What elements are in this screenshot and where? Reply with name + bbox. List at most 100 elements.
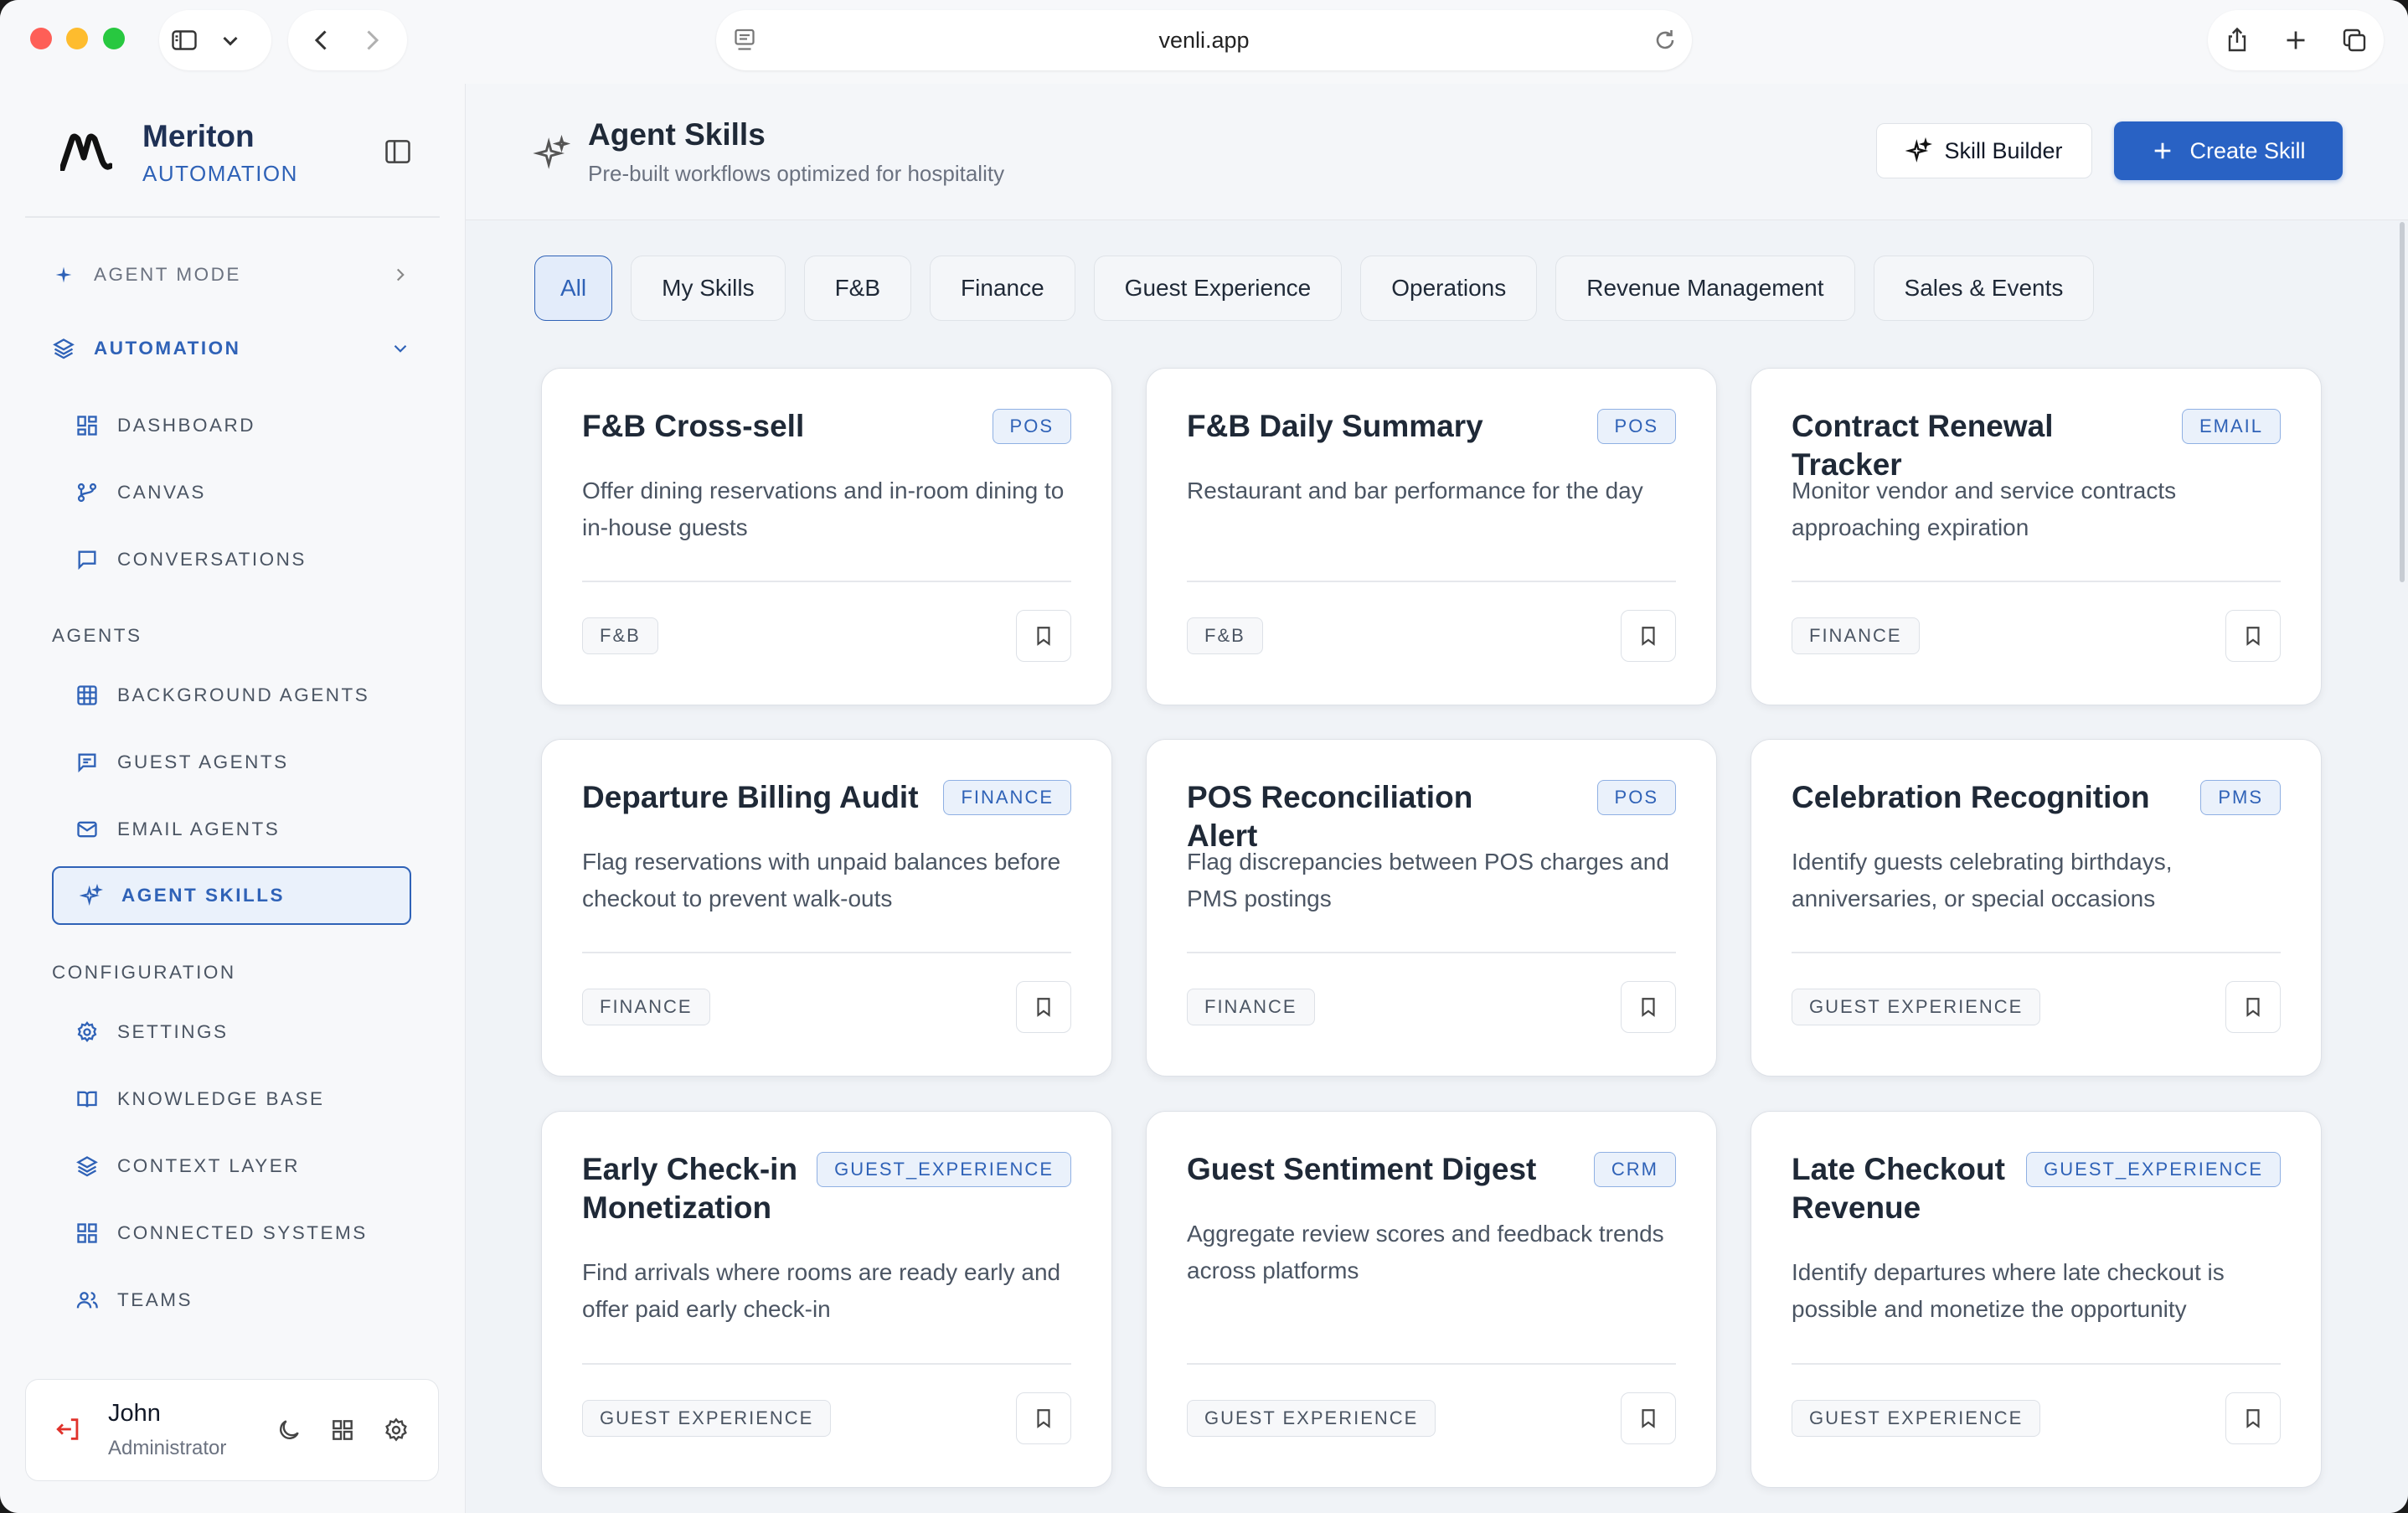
scroll-thumb[interactable] — [2400, 222, 2405, 582]
guest-agents-icon — [78, 753, 96, 773]
users-icon — [76, 1292, 98, 1309]
page-header: Agent Skills Pre-built workflows optimiz… — [466, 84, 2408, 220]
forward-arrow-icon[interactable] — [347, 15, 397, 65]
bookmark-button[interactable] — [1621, 1392, 1676, 1444]
book-icon — [77, 1091, 97, 1108]
browser-sidebar-icon[interactable] — [159, 15, 209, 65]
skill-card[interactable]: Contract Renewal Tracker EMAIL Monitor v… — [1751, 368, 2322, 705]
nav-knowledge-base-label: KNOWLEDGE BASE — [117, 1088, 325, 1109]
filter-chip-finance[interactable]: Finance — [930, 256, 1075, 321]
card-description: Flag reservations with unpaid balances b… — [582, 849, 1061, 911]
integration-badge: POS — [1596, 409, 1676, 444]
zoom-window-button[interactable] — [103, 28, 125, 49]
card-divider — [1792, 1363, 2281, 1365]
nav-canvas[interactable]: CANVAS — [75, 463, 206, 522]
browser-toolbar: venli.app — [0, 0, 2408, 84]
card-divider — [1187, 581, 1676, 582]
card-divider — [582, 1363, 1071, 1365]
card-description: Monitor vendor and service contracts app… — [1792, 478, 2177, 540]
apps-grid-icon[interactable] — [329, 1417, 356, 1443]
card-divider — [582, 952, 1071, 953]
chevron-down-icon[interactable] — [389, 338, 411, 359]
sidebar: Meriton AUTOMATION AGENT MODE AUTOMATION… — [0, 84, 466, 1513]
chevron-down-icon[interactable] — [209, 15, 251, 65]
moon-icon[interactable] — [276, 1417, 302, 1443]
nav-email-agents[interactable]: EMAIL AGENTS — [75, 800, 280, 859]
user-role: Administrator — [108, 1437, 227, 1459]
plus-icon — [2155, 142, 2171, 159]
sparkle-icon — [55, 266, 72, 283]
nav-conversations[interactable]: CONVERSATIONS — [75, 530, 307, 589]
create-skill-button[interactable]: Create Skill — [2114, 121, 2343, 180]
nav-conversations-label: CONVERSATIONS — [117, 549, 307, 570]
collapse-sidebar-icon[interactable] — [382, 136, 414, 168]
address-bar[interactable]: venli.app — [716, 10, 1692, 70]
scrollbar[interactable] — [2395, 222, 2408, 582]
section-label-configuration: CONFIGURATION — [52, 962, 236, 983]
nav-agent-skills[interactable]: AGENT SKILLS — [80, 866, 285, 925]
skill-card[interactable]: F&B Daily Summary POS Restaurant and bar… — [1146, 368, 1717, 705]
skill-card[interactable]: Guest Sentiment Digest CRM Aggregate rev… — [1146, 1111, 1717, 1488]
bookmark-icon — [1642, 1409, 1655, 1428]
bookmark-button[interactable] — [1016, 610, 1071, 662]
logout-icon[interactable] — [54, 1415, 83, 1443]
filter-chip-fnb[interactable]: F&B — [803, 256, 912, 321]
nav-context-layer[interactable]: CONTEXT LAYER — [75, 1137, 300, 1195]
gear-icon[interactable] — [383, 1417, 410, 1443]
page-subtitle: Pre-built workflows optimized for hospit… — [588, 161, 1005, 186]
nav-automation-label: AUTOMATION — [94, 338, 241, 359]
nav-connected-systems[interactable]: CONNECTED SYSTEMS — [75, 1204, 368, 1263]
skill-card[interactable]: Early Check-in Monetization GUEST_EXPERI… — [541, 1111, 1112, 1488]
back-arrow-icon[interactable] — [296, 15, 347, 65]
bookmark-button[interactable] — [1621, 981, 1676, 1033]
nav-knowledge-base[interactable]: KNOWLEDGE BASE — [75, 1070, 325, 1128]
bookmark-button[interactable] — [1016, 981, 1071, 1033]
skill-card[interactable]: Late Checkout Revenue GUEST_EXPERIENCE I… — [1751, 1111, 2322, 1488]
category-tag: FINANCE — [1187, 989, 1315, 1025]
reload-icon[interactable] — [1650, 25, 1680, 55]
skill-builder-button[interactable]: Skill Builder — [1876, 123, 2092, 178]
nav-automation[interactable]: AUTOMATION — [52, 319, 240, 378]
page-title: Agent Skills — [588, 117, 766, 152]
grid-icon — [77, 1223, 97, 1243]
card-description: Offer dining reservations and in-room di… — [582, 478, 1065, 540]
category-tag: F&B — [1187, 617, 1263, 654]
nav-background-agents[interactable]: BACKGROUND AGENTS — [75, 666, 369, 725]
sparkles-icon — [1905, 137, 1933, 163]
bookmark-button[interactable] — [1621, 610, 1676, 662]
tab-overview-icon[interactable] — [2325, 15, 2384, 65]
close-window-button[interactable] — [30, 28, 52, 49]
new-tab-icon[interactable] — [2266, 15, 2325, 65]
category-tag: GUEST EXPERIENCE — [1187, 1400, 1436, 1437]
email-icon — [77, 821, 97, 838]
nav-agent-mode[interactable]: AGENT MODE — [52, 245, 241, 304]
filter-chip-all[interactable]: All — [534, 256, 613, 321]
card-divider — [1187, 1363, 1676, 1365]
skill-card[interactable]: F&B Cross-sell POS Offer dining reservat… — [541, 368, 1112, 705]
share-icon[interactable] — [2208, 15, 2266, 65]
skill-card[interactable]: POS Reconciliation Alert POS Flag discre… — [1146, 739, 1717, 1077]
nav-settings[interactable]: SETTINGS — [75, 1003, 229, 1061]
bookmark-button[interactable] — [2225, 1392, 2281, 1444]
nav-teams[interactable]: TEAMS — [75, 1271, 193, 1330]
filter-chip-guest-experience[interactable]: Guest Experience — [1093, 256, 1343, 321]
skill-card[interactable]: Departure Billing Audit FINANCE Flag res… — [541, 739, 1112, 1077]
nav-guest-agents[interactable]: GUEST AGENTS — [75, 733, 289, 792]
filter-chip-my-skills[interactable]: My Skills — [631, 256, 786, 321]
filter-chip-operations[interactable]: Operations — [1360, 256, 1538, 321]
category-tag: GUEST EXPERIENCE — [582, 1400, 832, 1437]
chevron-right-icon[interactable] — [389, 264, 411, 286]
bookmark-button[interactable] — [1016, 1392, 1071, 1444]
nav-dashboard[interactable]: DASHBOARD — [75, 396, 255, 455]
bookmark-button[interactable] — [2225, 981, 2281, 1033]
card-divider — [1792, 581, 2281, 582]
bookmark-icon — [1642, 627, 1655, 646]
skill-card[interactable]: Celebration Recognition PMS Identify gue… — [1751, 739, 2322, 1077]
filter-chip-revenue-management[interactable]: Revenue Management — [1555, 256, 1855, 321]
nav-context-layer-label: CONTEXT LAYER — [117, 1155, 300, 1176]
minimize-window-button[interactable] — [66, 28, 88, 49]
filter-chip-sales-events[interactable]: Sales & Events — [1873, 256, 2095, 321]
nav-settings-label: SETTINGS — [117, 1021, 229, 1042]
bookmark-button[interactable] — [2225, 610, 2281, 662]
section-label-agents: AGENTS — [52, 625, 142, 646]
